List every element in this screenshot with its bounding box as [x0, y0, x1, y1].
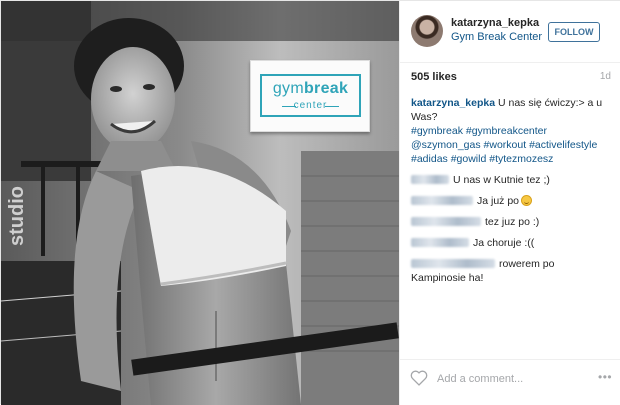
- heart-icon[interactable]: [410, 370, 428, 386]
- comments-list: katarzyna_kepka U nas się ćwiczy:> a u W…: [411, 96, 611, 292]
- logo-brand: gymbreak: [262, 80, 359, 98]
- hashtag[interactable]: #adidas: [411, 153, 448, 165]
- likes-count[interactable]: 505 likes: [411, 71, 457, 83]
- avatar[interactable]: [411, 15, 443, 47]
- logo-brand-gym: gym: [272, 80, 304, 97]
- comment-item: rowerem po Kampinosie ha!: [411, 257, 611, 285]
- hashtag[interactable]: #gymbreakcenter: [466, 125, 547, 137]
- hashtag[interactable]: #tytezmozesz: [489, 153, 553, 165]
- svg-text:studio: studio: [6, 186, 28, 246]
- logo-brand-break: break: [303, 80, 349, 97]
- post-age[interactable]: 1d: [600, 71, 611, 82]
- comment-item: U nas w Kutnie tez ;): [411, 173, 611, 187]
- logo-subtitle: center: [262, 100, 359, 111]
- instagram-post: studio gymbreak center katarzyna_kepka G…: [0, 0, 620, 405]
- comment-item: tez juz po :): [411, 215, 611, 229]
- follow-button[interactable]: FOLLOW: [548, 22, 600, 42]
- comment-text: Ja już po: [477, 195, 520, 207]
- comment-text: Ja choruje :((: [473, 237, 535, 249]
- header-location[interactable]: Gym Break Center: [451, 31, 542, 43]
- post-footer: •••: [400, 359, 620, 405]
- caption-username[interactable]: katarzyna_kepka: [411, 97, 495, 109]
- gym-break-logo-sign: gymbreak center: [250, 60, 370, 132]
- blurred-username: [411, 238, 469, 247]
- comment-text: tez juz po :): [485, 216, 540, 228]
- comment-item: Ja już po: [411, 194, 611, 208]
- blurred-username: [411, 175, 449, 184]
- post-side-panel: katarzyna_kepka Gym Break Center FOLLOW …: [399, 1, 620, 405]
- caption: katarzyna_kepka U nas się ćwiczy:> a u W…: [411, 96, 611, 166]
- hashtag[interactable]: #gowild: [451, 153, 487, 165]
- hashtag[interactable]: #workout: [484, 139, 527, 151]
- comment-item: Ja choruje :((: [411, 236, 611, 250]
- post-stats: 505 likes 1d: [411, 71, 611, 85]
- blurred-username: [411, 259, 495, 268]
- add-comment-input[interactable]: [437, 371, 587, 387]
- comment-text: U nas w Kutnie tez ;): [453, 174, 550, 186]
- hashtag[interactable]: #activelifestyle: [529, 139, 597, 151]
- header-username[interactable]: katarzyna_kepka: [451, 17, 539, 29]
- post-photo[interactable]: studio gymbreak center: [1, 1, 399, 405]
- hashtag[interactable]: #gymbreak: [411, 125, 463, 137]
- logo-frame: gymbreak center: [260, 74, 361, 117]
- smiley-emoji-icon: [521, 195, 533, 206]
- mention[interactable]: @szymon_gas: [411, 139, 481, 151]
- post-header: katarzyna_kepka Gym Break Center FOLLOW: [400, 1, 620, 63]
- blurred-username: [411, 217, 481, 226]
- more-options-icon[interactable]: •••: [598, 371, 612, 385]
- blurred-username: [411, 196, 473, 205]
